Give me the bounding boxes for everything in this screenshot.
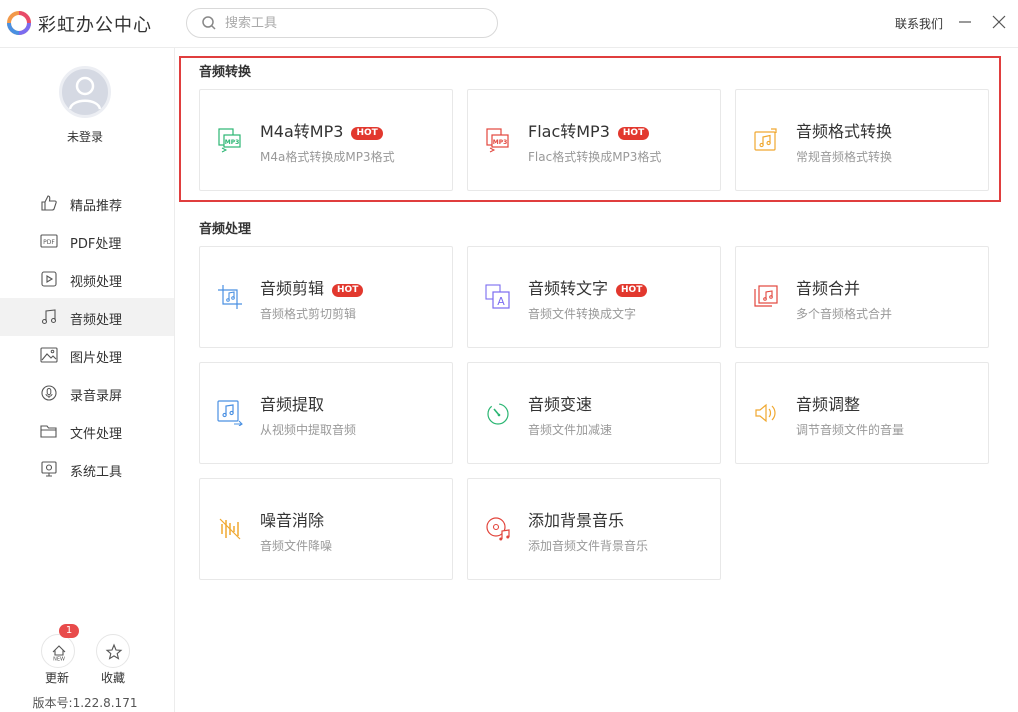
tool-card-audio-merge[interactable]: 音频合并 多个音频格式合并 <box>735 246 989 348</box>
sidebar-item-recommended[interactable]: 精品推荐 <box>0 184 174 222</box>
update-label: 更新 <box>45 671 70 685</box>
sidebar-item-label: 图片处理 <box>70 351 123 366</box>
card-title: 音频合并 <box>796 279 861 298</box>
hot-badge: HOT <box>616 284 648 297</box>
card-title: 音频提取 <box>260 395 325 414</box>
music-note-icon <box>41 309 57 325</box>
card-title: 音频剪辑 HOT <box>260 275 364 299</box>
hot-badge: HOT <box>332 284 364 297</box>
sidebar-item-label: PDF处理 <box>70 237 122 252</box>
image-icon <box>40 347 58 363</box>
background-music-icon <box>486 517 510 541</box>
avatar[interactable] <box>59 66 111 118</box>
svg-text:PDF: PDF <box>43 239 55 246</box>
sidebar-nav: 精品推荐 PDF PDF处理 视频处理 音频处理 图片处理 录音录屏 文件处理 … <box>0 184 174 488</box>
tool-card-audio-to-text[interactable]: A 音频转文字 HOT 音频文件转换成文字 <box>467 246 721 348</box>
sidebar-item-label: 录音录屏 <box>70 389 123 404</box>
system-tool-icon <box>41 461 57 477</box>
tool-card-noise-reduction[interactable]: 噪音消除 音频文件降噪 <box>199 478 453 580</box>
sidebar-item-audio[interactable]: 音频处理 <box>0 298 174 336</box>
tool-card-volume-adjust[interactable]: 音频调整 调节音频文件的音量 <box>735 362 989 464</box>
audio-to-text-icon: A <box>485 284 510 309</box>
card-title: 音频调整 <box>796 395 861 414</box>
section-title-audio-processing: 音频处理 <box>199 222 252 237</box>
minimize-icon[interactable] <box>957 14 973 30</box>
sidebar-item-video[interactable]: 视频处理 <box>0 260 174 298</box>
card-description: 从视频中提取音频 <box>260 423 357 437</box>
sidebar-item-image[interactable]: 图片处理 <box>0 336 174 374</box>
card-title: 添加背景音乐 <box>528 511 625 530</box>
search-box[interactable] <box>186 8 498 38</box>
contact-us-link[interactable]: 联系我们 <box>895 15 943 32</box>
audio-speed-icon <box>487 403 509 425</box>
card-description: 调节音频文件的音量 <box>796 423 905 437</box>
svg-text:NEW: NEW <box>53 657 65 662</box>
card-title: 音频转文字 HOT <box>528 275 648 299</box>
volume-icon <box>755 403 776 423</box>
login-status[interactable]: 未登录 <box>0 128 170 145</box>
audio-extract-icon <box>217 400 243 426</box>
svg-text:A: A <box>497 295 505 308</box>
highlight-box <box>179 56 1001 202</box>
sidebar-item-record[interactable]: 录音录屏 <box>0 374 174 412</box>
sidebar-item-label: 文件处理 <box>70 427 123 442</box>
sidebar-item-system-tools[interactable]: 系统工具 <box>0 450 174 488</box>
update-button[interactable]: NEW <box>41 634 75 668</box>
favorite-label: 收藏 <box>101 671 126 685</box>
sidebar-item-file[interactable]: 文件处理 <box>0 412 174 450</box>
noise-reduction-icon <box>219 518 241 540</box>
record-icon <box>41 385 57 401</box>
tool-card-audio-extract[interactable]: 音频提取 从视频中提取音频 <box>199 362 453 464</box>
audio-cut-icon <box>218 285 242 309</box>
title-bar: 彩虹办公中心 联系我们 <box>0 0 1018 48</box>
card-description: 音频文件降噪 <box>260 539 333 553</box>
sidebar-item-pdf[interactable]: PDF PDF处理 <box>0 222 174 260</box>
sidebar-item-label: 精品推荐 <box>70 199 123 214</box>
pdf-icon: PDF <box>40 234 58 248</box>
card-description: 音频格式剪切剪辑 <box>260 307 357 321</box>
tool-card-audio-cut[interactable]: 音频剪辑 HOT 音频格式剪切剪辑 <box>199 246 453 348</box>
user-icon <box>68 76 102 110</box>
tool-card-audio-speed[interactable]: 音频变速 音频文件加减速 <box>467 362 721 464</box>
sidebar: 未登录 精品推荐 PDF PDF处理 视频处理 音频处理 图片处理 录音录屏 文… <box>0 48 175 712</box>
tool-card-background-music[interactable]: 添加背景音乐 添加音频文件背景音乐 <box>467 478 721 580</box>
app-title: 彩虹办公中心 <box>38 15 152 36</box>
card-description: 音频文件转换成文字 <box>528 307 637 321</box>
card-description: 多个音频格式合并 <box>796 307 893 321</box>
search-input[interactable] <box>225 13 485 33</box>
folder-icon <box>40 425 57 438</box>
favorite-button[interactable] <box>96 634 130 668</box>
update-badge: 1 <box>59 624 79 638</box>
card-title: 音频变速 <box>528 395 593 414</box>
thumbs-up-icon <box>41 195 57 211</box>
sidebar-item-label: 音频处理 <box>70 313 123 328</box>
star-icon <box>105 643 123 660</box>
audio-merge-icon <box>754 285 778 307</box>
sidebar-item-label: 系统工具 <box>70 465 123 480</box>
search-icon <box>202 16 216 30</box>
video-icon <box>41 271 57 287</box>
card-description: 音频文件加减速 <box>528 423 613 437</box>
close-icon[interactable] <box>991 14 1007 30</box>
sidebar-item-label: 视频处理 <box>70 275 123 290</box>
card-description: 添加音频文件背景音乐 <box>528 539 649 553</box>
version-label: 版本号:1.22.8.171 <box>32 696 138 710</box>
card-title: 噪音消除 <box>260 511 325 530</box>
update-new-icon: NEW <box>52 645 66 662</box>
rainbow-logo-icon <box>7 11 31 35</box>
